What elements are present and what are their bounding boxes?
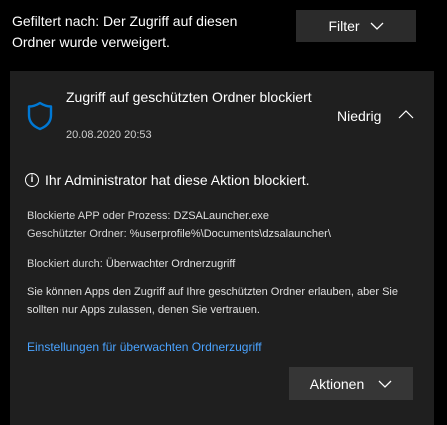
- blocked-app-row: Blockierte APP oder Prozess: DZSALaunche…: [27, 208, 269, 224]
- protected-folder-value: %userprofile%\Documents\dzsalauncher\: [129, 228, 331, 240]
- alert-title: Zugriff auf geschützten Ordner blockiert: [66, 89, 312, 105]
- filter-button-label: Filter: [328, 18, 360, 34]
- info-icon: i: [25, 173, 39, 187]
- blocked-by-row: Blockiert durch: Überwachter Ordnerzugri…: [27, 256, 235, 272]
- blocked-app-label: Blockierte APP oder Prozess:: [27, 210, 171, 222]
- shield-icon: [27, 101, 53, 136]
- blocked-by-value: Überwachter Ordnerzugriff: [105, 258, 236, 270]
- collapse-button[interactable]: [395, 105, 417, 125]
- settings-link[interactable]: Einstellungen für überwachten Ordnerzugr…: [27, 340, 262, 354]
- alert-description: Sie können Apps den Zugriff auf Ihre ges…: [27, 286, 398, 316]
- chevron-up-icon: [398, 106, 414, 124]
- alert-card: Zugriff auf geschützten Ordner blockiert…: [10, 71, 434, 425]
- severity-label: Niedrig: [337, 108, 382, 124]
- alert-date: 20.08.2020 20:53: [66, 129, 152, 141]
- blocked-message-text: Ihr Administrator hat diese Aktion block…: [45, 172, 310, 188]
- actions-button-label: Aktionen: [309, 375, 365, 392]
- actions-button[interactable]: Aktionen: [289, 367, 413, 400]
- filter-description: Gefiltert nach: Der Zugriff auf diesen O…: [12, 13, 238, 50]
- chevron-down-icon: [378, 380, 392, 388]
- protected-folder-label: Geschützter Ordner:: [27, 228, 127, 240]
- filter-button[interactable]: Filter: [296, 10, 416, 42]
- protected-folder-row: Geschützter Ordner: %userprofile%\Docume…: [27, 226, 331, 242]
- chevron-down-icon: [370, 22, 384, 30]
- blocked-by-label: Blockiert durch:: [27, 258, 103, 270]
- blocked-message: i Ihr Administrator hat diese Aktion blo…: [25, 172, 310, 188]
- blocked-app-value: DZSALauncher.exe: [173, 210, 269, 222]
